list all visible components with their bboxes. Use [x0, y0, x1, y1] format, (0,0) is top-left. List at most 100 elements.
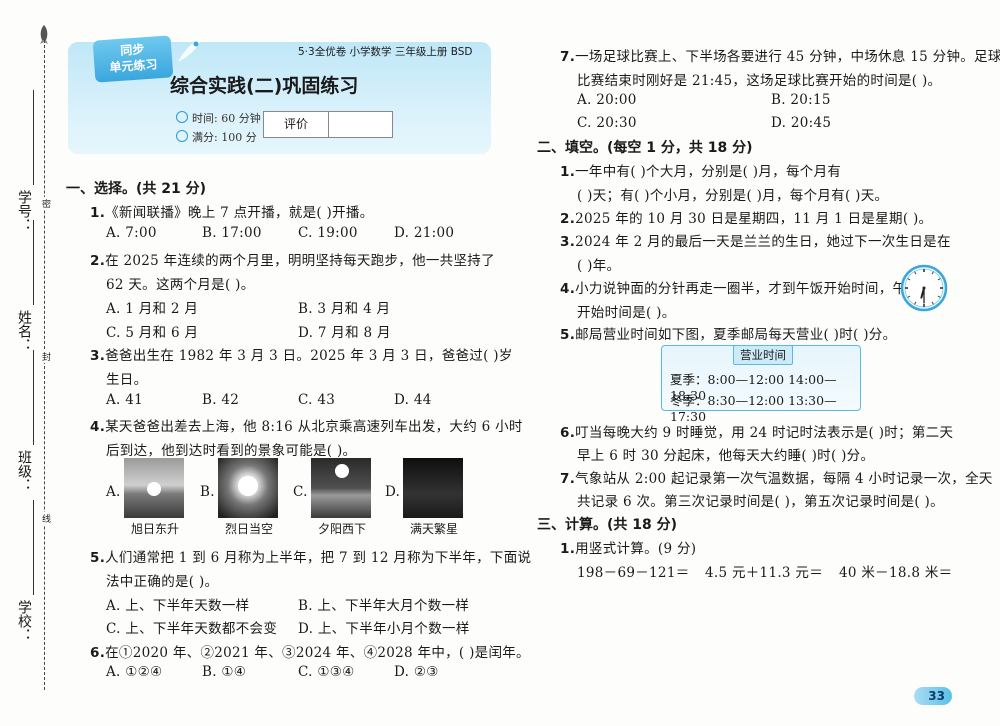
calc-expr-3: 40 米－18.8 米＝	[839, 565, 953, 581]
fill-q3-num: 3.	[560, 234, 576, 250]
fill-q6-line1: 6.叮当每晚大约 9 时睡觉，用 24 时记时法表示是( )时；第二天	[560, 421, 953, 441]
q7-stem-line1: 7.一场足球比赛上、下半场各要进行 45 分钟，中场休息 15 分钟。足球	[560, 45, 1000, 65]
q1-text: 《新闻联播》晚上 7 点开播，就是( )开播。	[105, 205, 374, 221]
q3-stem-line1: 3.爸爸出生在 1982 年 3 月 3 日。2025 年 3 月 3 日，爸爸…	[90, 344, 513, 364]
fill-q5: 5.邮局营业时间如下图，夏季邮局每天营业( )时( )分。	[560, 323, 896, 343]
q6-stem: 6.在①2020 年、②2021 年、③2024 年、④2028 年中，( )是…	[90, 641, 530, 661]
page-number: 33	[914, 687, 952, 705]
q3-option-c[interactable]: C. 43	[298, 392, 335, 408]
full-score: 满分: 100 分	[176, 129, 257, 145]
fill-q6-num: 6.	[560, 425, 576, 441]
q7-num: 7.	[560, 49, 576, 65]
q3-option-a[interactable]: A. 41	[106, 392, 143, 408]
q6-option-c[interactable]: C. ①③④	[298, 664, 355, 680]
class-label: 班级：	[16, 450, 32, 492]
fill-q5-num: 5.	[560, 327, 576, 343]
q7-option-a[interactable]: A. 20:00	[577, 92, 637, 108]
q3-stem-line2: 生日。	[106, 372, 148, 388]
q5-option-b[interactable]: B. 上、下半年大月个数一样	[298, 594, 469, 614]
check-icon	[176, 130, 188, 142]
q5-stem-line2: 法中正确的是( )。	[106, 574, 219, 590]
q4-caption-b: 烈日当空	[225, 522, 274, 536]
fill-q7-line2: 共记录 6 次。第三次记录时间是( )，第五次记录时间是( )。	[577, 494, 944, 510]
q4-option-a[interactable]: A.	[106, 484, 121, 500]
q2-stem-line2: 62 天。这两个月是( )。	[106, 277, 255, 293]
q2-option-b[interactable]: B. 3 月和 4 月	[298, 297, 390, 317]
fill-q3-text1: 2024 年 2 月的最后一天是兰兰的生日，她过下一次生日是在	[575, 234, 951, 250]
q4-stem-line2: 后到达，他到达时看到的景象可能是( )。	[106, 443, 357, 459]
fill-q7-text1: 气象站从 2:00 起记录第一次气温数据，每隔 4 小时记录一次，全天	[575, 471, 993, 487]
q2-option-d[interactable]: D. 7 月和 8 月	[298, 321, 391, 341]
calc-q1-text: 用竖式计算。(9 分)	[575, 541, 697, 557]
q7-option-b[interactable]: B. 20:15	[771, 92, 831, 108]
fill-q6-line2: 早上 6 时 30 分起床，他每天大约睡( )时( )分。	[577, 448, 875, 464]
time-limit: 时间: 60 分钟	[176, 110, 261, 126]
q6-option-a[interactable]: A. ①②④	[106, 664, 162, 680]
q4-option-d[interactable]: D.	[385, 484, 400, 500]
rocket-deco-icon	[178, 38, 202, 62]
calc-q1: 1.用竖式计算。(9 分)	[560, 537, 696, 557]
series-label: 5·3全优卷 小学数学 三年级上册 BSD	[298, 46, 473, 58]
student-id-label: 学号：	[16, 190, 32, 232]
calc-expr-2: 4.5 元＋11.3 元＝	[705, 565, 824, 581]
fill-q5-text: 邮局营业时间如下图，夏季邮局每天营业( )时( )分。	[575, 327, 897, 343]
q4-caption-a: 旭日东升	[131, 522, 180, 536]
section1-heading: 一、选择。(共 21 分)	[66, 181, 207, 197]
q2-option-c[interactable]: C. 5 月和 6 月	[106, 321, 198, 341]
q2-option-a[interactable]: A. 1 月和 2 月	[106, 297, 198, 317]
evaluation-box[interactable]: 评价	[263, 111, 393, 138]
class-line	[33, 350, 34, 445]
fill-q4-line1: 4.小力说钟面的分针再走一圈半，才到午饭开始时间，午饭	[560, 277, 920, 297]
q7-option-d[interactable]: D. 20:45	[771, 115, 831, 131]
q1-option-c[interactable]: C. 19:00	[298, 225, 358, 241]
fill-q3-line1: 3.2024 年 2 月的最后一天是兰兰的生日，她过下一次生日是在	[560, 230, 951, 250]
q4-caption-c: 夕阳西下	[318, 522, 367, 536]
hours-title: 营业时间	[733, 345, 793, 365]
q4-option-b[interactable]: B.	[200, 484, 215, 500]
q3-option-b[interactable]: B. 42	[202, 392, 239, 408]
q5-option-a[interactable]: A. 上、下半年天数一样	[106, 594, 249, 614]
q6-option-b[interactable]: B. ①④	[202, 664, 246, 680]
calc-q1-num: 1.	[560, 541, 576, 557]
post-office-hours-box: 营业时间 夏季：8:00—12:00 14:00—18:30 冬季：8:30—1…	[661, 345, 861, 424]
starry-sky-photo	[403, 458, 463, 518]
q2-stem-line1: 2.在 2025 年连续的两个月里，明明坚持每天跑步，他一共坚持了	[90, 249, 495, 269]
midday-sun-photo	[218, 458, 278, 518]
q2-line1: 在 2025 年连续的两个月里，明明坚持每天跑步，他一共坚持了	[105, 253, 495, 269]
fill-q1-line1: 1.一年中有( )个大月，分别是( )月，每个月有	[560, 160, 841, 180]
q1-option-a[interactable]: A. 7:00	[106, 225, 157, 241]
q3-num: 3.	[90, 348, 106, 364]
clock-face-icon	[900, 264, 948, 312]
q5-line1: 人们通常把 1 到 6 月称为上半年，把 7 到 12 月称为下半年，下面说	[105, 550, 532, 566]
q7-option-c[interactable]: C. 20:30	[577, 115, 637, 131]
q5-option-c[interactable]: C. 上、下半年天数都不会变	[106, 617, 277, 637]
q5-stem-line1: 5.人们通常把 1 到 6 月称为上半年，把 7 到 12 月称为下半年，下面说	[90, 546, 531, 566]
fill-q1-text1: 一年中有( )个大月，分别是( )月，每个月有	[575, 164, 842, 180]
q1-stem: 1.《新闻联播》晚上 7 点开播，就是( )开播。	[90, 201, 374, 221]
cut-mark-fold: 封	[39, 350, 52, 363]
q6-num: 6.	[90, 645, 106, 661]
q1-option-d[interactable]: D. 21:00	[394, 225, 454, 241]
student-id-line	[33, 90, 34, 185]
q4-option-c[interactable]: C.	[293, 484, 308, 500]
fill-q7-num: 7.	[560, 471, 576, 487]
fill-q1-num: 1.	[560, 164, 576, 180]
q3-line1: 爸爸出生在 1982 年 3 月 3 日。2025 年 3 月 3 日，爸爸过(…	[105, 348, 513, 364]
unit-badge: 同步 单元练习	[92, 35, 174, 83]
q6-option-d[interactable]: D. ②③	[394, 664, 439, 680]
q4-line1: 某天爸爸出差去上海，他 8:16 从北京乘高速列车出发，大约 6 小时	[105, 419, 523, 435]
q3-option-d[interactable]: D. 44	[394, 392, 432, 408]
q5-option-d[interactable]: D. 上、下半年小月个数一样	[298, 617, 470, 637]
q1-num: 1.	[90, 205, 106, 221]
fill-q4-line2: 开始时间是( )。	[577, 305, 676, 321]
q4-stem-line1: 4.某天爸爸出差去上海，他 8:16 从北京乘高速列车出发，大约 6 小时	[90, 415, 523, 435]
time-text: 时间: 60 分钟	[192, 112, 261, 125]
fill-q2-text: 2025 年的 10 月 30 日是星期四，11 月 1 日是星期( )。	[575, 211, 933, 227]
winter-hours: 冬季：8:30—12:00 13:30—17:30	[670, 393, 837, 424]
section2-heading: 二、填空。(每空 1 分，共 18 分)	[537, 140, 753, 156]
q6-text: 在①2020 年、②2021 年、③2024 年、④2028 年中，( )是闰年…	[105, 645, 530, 661]
fill-q6-text1: 叮当每晚大约 9 时睡觉，用 24 时记时法表示是( )时；第二天	[575, 425, 954, 441]
section3-heading: 三、计算。(共 18 分)	[537, 517, 678, 533]
q1-option-b[interactable]: B. 17:00	[202, 225, 262, 241]
fill-q1-line2: ( )天；有( )个小月，分别是( )月，每个月有( )天。	[577, 188, 889, 204]
